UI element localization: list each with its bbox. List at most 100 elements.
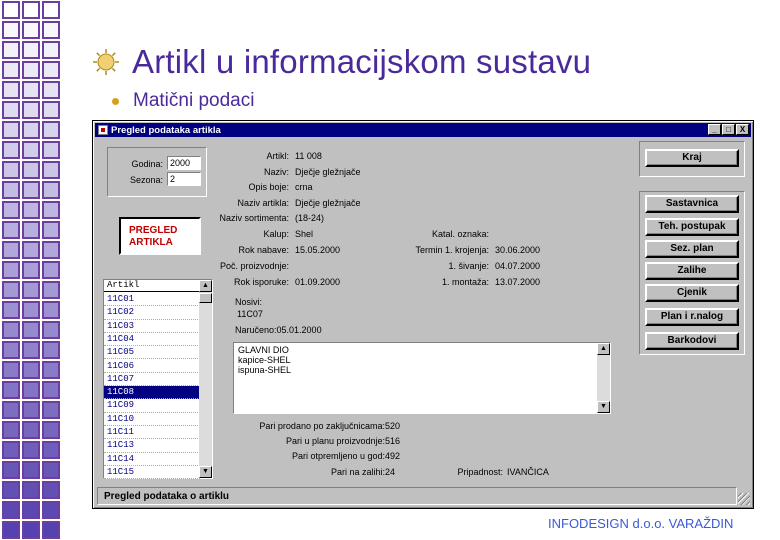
grid-cell [22,481,40,499]
memo-line: kapice-SHEL [238,355,291,365]
grid-cell [42,1,60,19]
pripadnost-value: IVANČICA [507,467,549,477]
grid-cell [2,321,20,339]
resize-grip-icon[interactable] [738,493,750,505]
list-item[interactable]: 11C02 [104,306,200,320]
grid-cell [2,61,20,79]
grid-cell [22,281,40,299]
grid-cell [2,501,20,519]
grid-cell [22,141,40,159]
list-item[interactable]: 11C13 [104,439,200,453]
grid-cell [22,121,40,139]
grid-cell [2,401,20,419]
cjenik-button[interactable]: Cjenik [645,284,739,302]
grid-cell [22,241,40,259]
memo-line: GLAVNI DIO [238,345,289,355]
grid-cell [2,41,20,59]
plan-nalog-button[interactable]: Plan i r.nalog [645,308,739,326]
list-item[interactable]: 11C11 [104,426,200,440]
grid-cell [42,401,60,419]
list-item[interactable]: 11C08 [104,386,200,400]
teh-postupak-button[interactable]: Teh. postupak [645,218,739,236]
grid-cell [22,381,40,399]
grid-cell [22,401,40,419]
grid-cell [42,141,60,159]
grid-cell [42,101,60,119]
detail-label: Poč. proizvodnje: [219,261,289,271]
grid-cell [22,201,40,219]
grid-cell [22,21,40,39]
detail-label: Artikl: [266,151,290,161]
article-list[interactable]: Artikl 11C01 11C02 11C03 11C04 11C05 11C06 11C… [103,279,213,480]
slide-subtitle-text: Matični podaci [133,90,255,111]
close-button[interactable]: X [736,124,749,135]
grid-cell [42,301,60,319]
footer-company: INFODESIGN d.o.o. VARAŽDIN [548,516,734,531]
sez-plan-button[interactable]: Sez. plan [645,240,739,258]
scroll-up-icon[interactable]: ▲ [597,343,610,355]
list-item[interactable]: 11C07 [104,373,200,387]
grid-cell [22,321,40,339]
list-scrollbar[interactable]: ▲ ▼ [199,280,212,478]
grid-cell [2,101,20,119]
grid-cell [2,301,20,319]
grid-cell [42,361,60,379]
godina-label: Godina: [131,159,163,169]
grid-cell [22,301,40,319]
grid-cell [2,281,20,299]
scroll-up-icon[interactable]: ▲ [199,280,212,292]
composition-memo[interactable]: GLAVNI DIO kapice-SHEL ispuna-SHEL ▲ ▼ [233,342,611,414]
schedule-value: 13.07.2000 [495,277,541,287]
pripadnost-label: Pripadnost: [457,467,503,477]
slide-title: Artikl u informacijskom sustavu [92,40,591,84]
godina-field[interactable]: 2000 [167,156,201,170]
list-item[interactable]: 11C10 [104,413,200,426]
pregled-line2: ARTIKLA [129,237,173,248]
kraj-button[interactable]: Kraj [645,149,739,167]
detail-value: Dječje gležnjače [295,198,361,208]
grid-cell [2,161,20,179]
stat-label: Pari otpremljeno u god: [291,451,385,461]
grid-cell [42,161,60,179]
memo-scrollbar[interactable]: ▲ ▼ [597,343,610,413]
list-item[interactable]: 11C06 [104,360,200,373]
scroll-thumb[interactable] [199,293,212,303]
sezona-label: Sezona: [129,175,163,185]
maximize-button[interactable]: □ [722,124,735,135]
zalihe-button[interactable]: Zalihe [645,262,739,280]
list-item[interactable]: 11C09 [104,399,200,413]
grid-cell [42,481,60,499]
grid-cell [22,41,40,59]
window-titlebar[interactable]: Pregled podataka artikla _ □ X [95,123,751,137]
list-item[interactable]: 11C14 [104,453,200,466]
barkodovi-button[interactable]: Barkodovi [645,332,739,350]
schedule-value: 04.07.2000 [495,261,541,271]
detail-value: Shel [295,229,314,239]
grid-cell [42,441,60,459]
list-item[interactable]: 11C15 [104,466,200,480]
grid-cell [2,121,20,139]
minimize-button[interactable]: _ [708,124,721,135]
grid-cell [2,421,20,439]
window-controls: _ □ X [708,124,749,135]
grid-cell [22,521,40,539]
sastavnica-button[interactable]: Sastavnica [645,195,739,213]
grid-cell [22,101,40,119]
scroll-down-icon[interactable]: ▼ [597,401,610,413]
grid-cell [42,61,60,79]
list-item[interactable]: 11C03 [104,320,200,333]
grid-cell [2,341,20,359]
grid-cell [42,121,60,139]
detail-label: Naziv artikla: [237,198,289,208]
detail-label: Kalup: [263,229,289,239]
list-item[interactable]: 11C05 [104,346,200,360]
grid-cell [22,501,40,519]
list-item[interactable]: 11C04 [104,333,200,347]
grid-cell [22,181,40,199]
list-item[interactable]: 11C01 [104,293,200,307]
schedule-label: 1. montaža: [441,277,489,287]
stat-value: 492 [385,451,401,461]
sezona-field[interactable]: 2 [167,172,201,186]
memo-line: ispuna-SHEL [238,365,292,375]
stat-value: 520 [385,421,401,431]
